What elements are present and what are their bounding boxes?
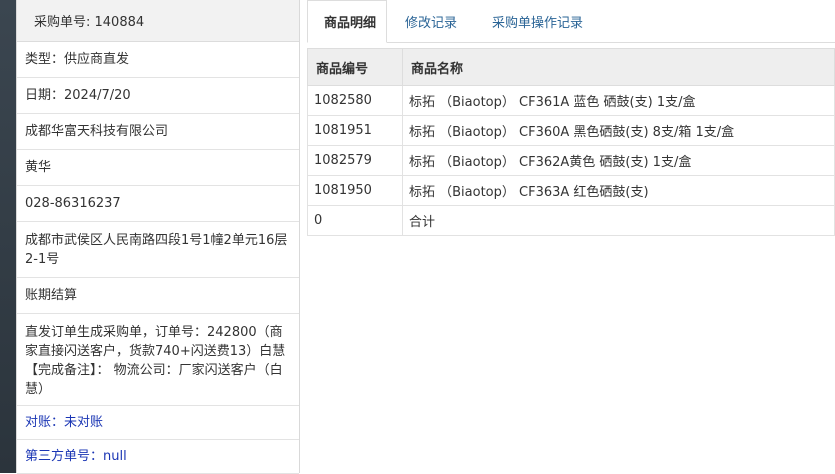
table-row: 1081950 标拓 （Biaotop） CF363A 红色硒鼓(支) [307,175,835,206]
product-code: 1081950 [307,175,403,206]
product-panel: 商品明细 修改记录 采购单操作记录 商品编号 商品名称 1082580 标拓 （… [307,0,835,473]
product-code: 1082580 [307,85,403,116]
order-number-header: 采购单号: 140884 [17,0,299,42]
product-name: 标拓 （Biaotop） CF362A黄色 硒鼓(支) 1支/盒 [402,145,835,176]
contact-name: 黄华 [25,160,52,175]
order-date: 日期：2024/7/20 [25,88,131,103]
detail-row-date: 日期：2024/7/20 [17,78,299,114]
total-label: 合计 [402,205,835,236]
background-window-fill [0,0,16,473]
order-info-panel: 采购单号: 140884 类型：供应商直发 日期：2024/7/20 成都华富天… [16,0,300,474]
product-name: 标拓 （Biaotop） CF363A 红色硒鼓(支) [402,175,835,206]
order-number: 采购单号: 140884 [34,15,145,30]
detail-row-address: 成都市武侯区人民南路四段1号1幢2单元16层2-1号 [17,222,299,278]
order-remark: 直发订单生成采购单，订单号：242800（商家直接闪送客户，货款740+闪送费1… [25,325,286,397]
detail-row-reconcile: 对账：未对账 [17,406,299,440]
product-name: 标拓 （Biaotop） CF361A 蓝色 硒鼓(支) 1支/盒 [402,85,835,116]
tab-edit-history-label: 修改记录 [405,15,458,31]
tab-operation-log-label: 采购单操作记录 [492,15,584,31]
total-code: 0 [307,205,403,236]
product-table: 商品编号 商品名称 1082580 标拓 （Biaotop） CF361A 蓝色… [307,48,835,236]
product-code: 1082579 [307,145,403,176]
detail-row-contact: 黄华 [17,150,299,186]
payment-terms: 账期结算 [25,288,78,303]
contact-phone: 028-86316237 [25,196,121,211]
tab-bar: 商品明细 修改记录 采购单操作记录 [307,0,835,43]
product-name: 标拓 （Biaotop） CF360A 黑色硒鼓(支) 8支/箱 1支/盒 [402,115,835,146]
background-window-strip [0,0,16,473]
tab-product-details-label: 商品明细 [324,16,377,31]
tab-product-details[interactable]: 商品明细 [307,0,388,43]
detail-row-type: 类型：供应商直发 [17,42,299,78]
detail-row-phone: 028-86316237 [17,186,299,222]
supplier-address: 成都市武侯区人民南路四段1号1幢2单元16层2-1号 [25,233,288,267]
reconcile-status: 对账：未对账 [25,415,104,430]
tab-operation-log[interactable]: 采购单操作记录 [492,0,583,42]
table-total-row: 0 合计 [307,205,835,236]
table-row: 1081951 标拓 （Biaotop） CF360A 黑色硒鼓(支) 8支/箱… [307,115,835,146]
col-header-product-code: 商品编号 [307,48,403,86]
detail-row-third-party: 第三方单号：null [17,440,299,474]
detail-row-payment: 账期结算 [17,278,299,314]
tab-edit-history[interactable]: 修改记录 [405,0,457,42]
third-party-number: 第三方单号：null [25,449,127,464]
col-header-product-name: 商品名称 [402,48,835,86]
detail-row-remark: 直发订单生成采购单，订单号：242800（商家直接闪送客户，货款740+闪送费1… [17,314,299,406]
supplier-name: 成都华富天科技有限公司 [25,124,169,139]
order-type: 类型：供应商直发 [25,52,130,67]
table-row: 1082580 标拓 （Biaotop） CF361A 蓝色 硒鼓(支) 1支/… [307,85,835,116]
table-header-row: 商品编号 商品名称 [307,48,835,86]
detail-row-supplier: 成都华富天科技有限公司 [17,114,299,150]
table-row: 1082579 标拓 （Biaotop） CF362A黄色 硒鼓(支) 1支/盒 [307,145,835,176]
product-code: 1081951 [307,115,403,146]
